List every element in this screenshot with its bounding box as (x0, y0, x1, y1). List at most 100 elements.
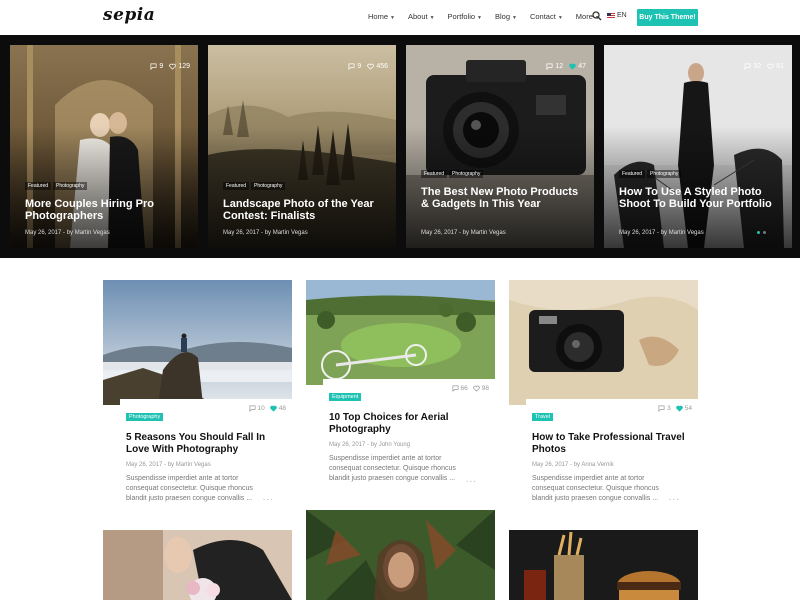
post-excerpt: Suspendisse imperdiet ante at tortor con… (329, 455, 456, 482)
comment-icon (744, 63, 751, 70)
comment-icon (658, 405, 665, 412)
like-count[interactable]: 47 (569, 63, 586, 70)
comment-count-value: 3 (667, 405, 671, 412)
post-card-3: Travel 3 54 How to Take Professional Tra… (509, 280, 698, 520)
slide-title[interactable]: More Couples Hiring Pro Photographers (25, 198, 186, 222)
slider-dot-active[interactable] (757, 231, 760, 234)
portrait-leaves-image (306, 510, 495, 600)
comment-count: 12 (546, 63, 563, 70)
like-count-value: 456 (376, 63, 388, 70)
language-label: EN (617, 12, 627, 19)
chevron-down-icon: ▼ (477, 15, 482, 21)
like-count[interactable]: 48 (270, 405, 286, 412)
main-nav: Home ▼ About ▼ Portfolio ▼ Blog ▼ Contact ▼ M… (368, 12, 613, 21)
slide-title[interactable]: The Best New Photo Products & Gadgets In… (421, 186, 582, 210)
comment-icon (546, 63, 553, 70)
like-count-value: 98 (481, 385, 489, 392)
heart-icon (270, 405, 277, 412)
post-title[interactable]: 10 Top Choices for Aerial Photography (329, 412, 489, 436)
post-meta: May 26, 2017 - by Anna Vernik (532, 462, 614, 468)
language-switcher[interactable]: EN (607, 12, 627, 19)
tag-featured[interactable]: Featured (223, 182, 250, 190)
like-count[interactable]: 456 (367, 63, 388, 70)
slide-meta: May 26, 2017 - by Martin Vegas (421, 230, 506, 236)
slide-title[interactable]: How To Use A Styled Photo Shoot To Build… (619, 186, 780, 210)
slide-title[interactable]: Landscape Photo of the Year Contest: Fin… (223, 198, 384, 222)
post-stats: 10 48 (249, 405, 286, 412)
comment-count-value: 32 (753, 63, 762, 70)
nav-contact[interactable]: Contact ▼ (530, 12, 563, 21)
nav-portfolio[interactable]: Portfolio ▼ (448, 12, 482, 21)
chevron-down-icon: ▼ (512, 15, 517, 21)
tag-featured[interactable]: Featured (619, 170, 646, 178)
slide-stats: 9 456 (348, 63, 388, 70)
slide-stats: 12 47 (546, 63, 586, 70)
like-count-value: 54 (684, 405, 692, 412)
tag-photography[interactable]: Photography (251, 182, 286, 190)
like-count-value: 129 (178, 63, 190, 70)
tag-photography[interactable]: Photography (53, 182, 88, 190)
post-card-5-image[interactable] (306, 510, 495, 600)
comment-icon (150, 63, 157, 70)
tag-photography[interactable]: Photography (647, 170, 682, 178)
more-options-icon[interactable]: ... (669, 492, 680, 503)
slide-1[interactable]: 9 129 Featured Photography More Couples … (10, 45, 198, 248)
comment-icon (348, 63, 355, 70)
slide-3[interactable]: 12 47 Featured Photography The Best New … (406, 45, 594, 248)
like-count[interactable]: 98 (473, 385, 489, 392)
tag-featured[interactable]: Featured (421, 170, 448, 178)
post-title[interactable]: 5 Reasons You Should Fall In Love With P… (126, 432, 286, 456)
slider-dot[interactable] (763, 231, 766, 234)
more-options-icon[interactable]: ... (466, 474, 477, 485)
search-icon[interactable] (592, 11, 602, 21)
wedding-bouquet-image (103, 530, 292, 600)
featured-slider: 9 129 Featured Photography More Couples … (0, 35, 800, 258)
category-badge[interactable]: Photography (126, 413, 164, 421)
nav-blog[interactable]: Blog ▼ (495, 12, 517, 21)
site-header: sepia Home ▼ About ▼ Portfolio ▼ Blog ▼ Cont… (0, 0, 800, 35)
post-card-4-image[interactable] (103, 530, 292, 600)
slide-stats: 9 129 (150, 63, 190, 70)
site-logo[interactable]: sepia (103, 5, 155, 25)
more-options-icon[interactable]: ... (263, 492, 274, 503)
like-count-value: 48 (278, 405, 286, 412)
flag-icon (607, 13, 615, 18)
category-badge[interactable]: Travel (532, 413, 554, 421)
post-card-1: Photography 10 48 5 Reasons You Should F… (103, 280, 292, 520)
like-count[interactable]: 54 (676, 405, 692, 412)
slide-4[interactable]: 32 81 Featured Photography How To Use A … (604, 45, 792, 248)
post-stats: 3 54 (658, 405, 692, 412)
like-count[interactable]: 81 (767, 63, 784, 70)
nav-home[interactable]: Home ▼ (368, 12, 395, 21)
post-1-image (103, 280, 292, 405)
buy-theme-button[interactable]: Buy This Theme! (637, 9, 698, 26)
tag-photography[interactable]: Photography (449, 170, 484, 178)
slide-meta: May 26, 2017 - by Martin Vegas (25, 230, 110, 236)
heart-icon (169, 63, 177, 70)
nav-more-label: More (575, 12, 593, 21)
category-badge[interactable]: Equipment (329, 393, 362, 401)
chevron-down-icon: ▼ (429, 15, 435, 21)
chevron-down-icon: ▼ (390, 15, 395, 21)
slide-tags: Featured Photography (421, 170, 484, 178)
nav-portfolio-label: Portfolio (447, 12, 476, 21)
post-image[interactable] (306, 280, 495, 385)
post-meta: May 26, 2017 - by John Young (329, 442, 411, 448)
tag-featured[interactable]: Featured (25, 182, 52, 190)
post-card-6-image[interactable] (509, 530, 698, 600)
nav-about-label: About (407, 12, 428, 21)
comment-count: 9 (348, 63, 361, 70)
nav-about[interactable]: About ▼ (408, 12, 435, 21)
food-burger-image (509, 530, 698, 600)
post-title[interactable]: How to Take Professional Travel Photos (532, 432, 692, 456)
slide-tags: Featured Photography (619, 170, 682, 178)
comment-count: 9 (150, 63, 163, 70)
comment-icon (452, 385, 459, 392)
heart-icon (473, 385, 480, 392)
post-stats: 66 98 (452, 385, 489, 392)
slide-2[interactable]: 9 456 Featured Photography Landscape Pho… (208, 45, 396, 248)
post-3-image (509, 280, 698, 405)
like-count[interactable]: 129 (169, 63, 190, 70)
post-image[interactable] (103, 280, 292, 405)
post-image[interactable] (509, 280, 698, 405)
